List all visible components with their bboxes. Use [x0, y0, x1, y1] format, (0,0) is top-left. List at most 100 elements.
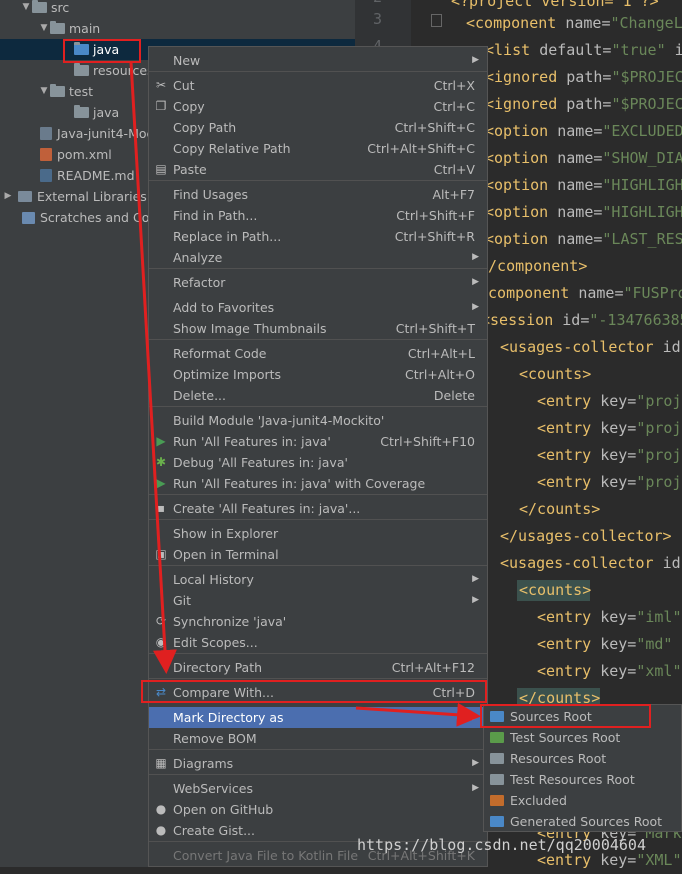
- menu-item-refactor[interactable]: Refactor▶: [149, 272, 487, 293]
- submenu-item-label: Test Resources Root: [510, 772, 635, 787]
- code-attr: key=: [600, 662, 636, 680]
- tree-item-test-java[interactable]: java: [74, 102, 119, 123]
- menu-item-open-on-github[interactable]: ●Open on GitHub: [149, 799, 487, 820]
- tree-item-resources[interactable]: resources: [74, 60, 154, 81]
- folder-icon: [490, 816, 504, 827]
- menu-item-directory-path[interactable]: Directory PathCtrl+Alt+F12: [149, 657, 487, 678]
- menu-item-debug-all-features-in-java[interactable]: ✱Debug 'All Features in: java': [149, 452, 487, 473]
- menu-item-label: Refactor: [173, 275, 225, 290]
- menu-item-find-usages[interactable]: Find UsagesAlt+F7: [149, 184, 487, 205]
- menu-item-show-in-explorer[interactable]: Show in Explorer: [149, 523, 487, 544]
- menu-item-label: Convert Java File to Kotlin File: [173, 848, 358, 863]
- code-tag: </counts>: [519, 500, 600, 518]
- menu-item-find-in-path[interactable]: Find in Path...Ctrl+Shift+F: [149, 205, 487, 226]
- fold-marker-icon[interactable]: [431, 14, 442, 27]
- menu-item-new[interactable]: New▶: [149, 50, 487, 71]
- submenu-item-test-sources-root[interactable]: Test Sources Root: [484, 727, 681, 748]
- tree-item-external-libraries[interactable]: ▶ External Libraries: [2, 186, 147, 207]
- menu-item-git[interactable]: Git ▶: [149, 590, 487, 611]
- menu-item-mark-directory-as[interactable]: Mark Directory as▶: [149, 707, 487, 728]
- submenu-item-excluded[interactable]: Excluded: [484, 790, 681, 811]
- menu-item-label: Replace in Path...: [173, 229, 281, 244]
- code-attr: key=: [600, 446, 636, 464]
- code-attr: name=: [565, 14, 610, 32]
- menu-item-label: Git: [173, 593, 191, 608]
- tree-item-pom[interactable]: pom.xml: [40, 144, 112, 165]
- submenu-item-test-resources-root[interactable]: Test Resources Root: [484, 769, 681, 790]
- code-tag: <option: [485, 203, 557, 221]
- sync-icon: ⟳: [153, 611, 169, 632]
- code-line: </component>: [479, 253, 587, 280]
- menu-item-label: New: [173, 53, 200, 68]
- code-value: "LAST_RES: [602, 230, 682, 248]
- menu-item-build-module-java-junit4-mockito[interactable]: Build Module 'Java-junit4-Mockito': [149, 410, 487, 431]
- tree-item-readme[interactable]: README.md: [40, 165, 135, 186]
- tree-item-test[interactable]: ▼ test: [38, 81, 93, 102]
- code-value: "xml": [636, 662, 681, 680]
- code-line: </counts>: [519, 496, 600, 523]
- menu-item-copy[interactable]: ❐CopyCtrl+C: [149, 96, 487, 117]
- menu-item-reformat-code[interactable]: Reformat CodeCtrl+Alt+L: [149, 343, 487, 364]
- menu-item-copy-relative-path[interactable]: Copy Relative PathCtrl+Alt+Shift+C: [149, 138, 487, 159]
- menu-item-cut[interactable]: ✂CutCtrl+X: [149, 75, 487, 96]
- menu-item-add-to-favorites[interactable]: Add to Favorites▶: [149, 297, 487, 318]
- annotation-box-sources-root: [480, 704, 651, 728]
- menu-separator: [149, 268, 487, 269]
- code-tag: <entry: [537, 635, 600, 653]
- code-tag: <option: [485, 149, 557, 167]
- menu-item-run-all-features-in-java-with-coverage[interactable]: ▶Run 'All Features in: java' with Covera…: [149, 473, 487, 494]
- menu-item-label: Open on GitHub: [173, 802, 273, 817]
- menu-item-create-all-features-in-java[interactable]: ▪Create 'All Features in: java'...: [149, 498, 487, 519]
- expand-arrow-icon[interactable]: ▼: [20, 0, 32, 18]
- menu-separator: [149, 494, 487, 495]
- code-line: <ignored path="$PROJEC: [485, 64, 682, 91]
- expand-arrow-icon[interactable]: ▼: [38, 81, 50, 102]
- submenu-item-generated-sources-root[interactable]: Generated Sources Root: [484, 811, 681, 832]
- code-attr: key=: [600, 419, 636, 437]
- menu-item-shortcut: Ctrl+Alt+L: [408, 343, 475, 364]
- menu-item-analyze[interactable]: Analyze▶: [149, 247, 487, 268]
- menu-item-synchronize-java[interactable]: ⟳Synchronize 'java': [149, 611, 487, 632]
- collapse-arrow-icon[interactable]: ▶: [2, 186, 14, 207]
- tree-item-iml[interactable]: Java-junit4-Moc: [40, 123, 153, 144]
- menu-item-shortcut: Ctrl+V: [434, 159, 475, 180]
- menu-item-show-image-thumbnails[interactable]: Show Image ThumbnailsCtrl+Shift+T: [149, 318, 487, 339]
- code-tag: <usages-collector: [500, 338, 663, 356]
- menu-item-replace-in-path[interactable]: Replace in Path...Ctrl+Shift+R: [149, 226, 487, 247]
- code-line: <option name="HIGHLIGH: [485, 199, 682, 226]
- submenu-item-resources-root[interactable]: Resources Root: [484, 748, 681, 769]
- folder-icon: [490, 732, 504, 743]
- menu-item-paste[interactable]: ▤PasteCtrl+V: [149, 159, 487, 180]
- submenu-arrow-icon: ▶: [472, 707, 479, 728]
- expand-arrow-icon[interactable]: ▼: [38, 18, 50, 39]
- tree-item-src[interactable]: ▼ src: [20, 0, 69, 18]
- menu-item-label: WebServices: [173, 781, 253, 796]
- menu-item-label: Create Gist...: [173, 823, 255, 838]
- code-value: "HIGHLIGH: [602, 176, 682, 194]
- code-attr: id: [663, 338, 681, 356]
- menu-item-local-history[interactable]: Local History▶: [149, 569, 487, 590]
- menu-separator: [149, 653, 487, 654]
- library-icon: [18, 191, 32, 202]
- tree-item-main[interactable]: ▼ main: [38, 18, 100, 39]
- menu-item-copy-path[interactable]: Copy PathCtrl+Shift+C: [149, 117, 487, 138]
- menu-item-diagrams[interactable]: ▦Diagrams▶: [149, 753, 487, 774]
- code-attr: name=: [557, 149, 602, 167]
- code-value: "proj: [636, 419, 681, 437]
- submenu-arrow-icon: ▶: [472, 590, 479, 611]
- code-tag: <entry: [537, 392, 600, 410]
- menu-item-run-all-features-in-java[interactable]: ▶Run 'All Features in: java'Ctrl+Shift+F…: [149, 431, 487, 452]
- code-attr: name=: [557, 176, 602, 194]
- menu-item-edit-scopes[interactable]: ◉Edit Scopes...: [149, 632, 487, 653]
- annotation-box-compare-with: [141, 680, 487, 703]
- menu-item-optimize-imports[interactable]: Optimize ImportsCtrl+Alt+O: [149, 364, 487, 385]
- menu-item-remove-bom[interactable]: Remove BOM: [149, 728, 487, 749]
- menu-item-open-in-terminal[interactable]: ▣Open in Terminal: [149, 544, 487, 565]
- code-line: </usages-collector>: [500, 523, 672, 550]
- coverage-icon: ▶: [153, 473, 169, 494]
- menu-item-delete[interactable]: Delete...Delete: [149, 385, 487, 406]
- scratches-icon: [22, 212, 35, 224]
- menu-item-webservices[interactable]: WebServices▶: [149, 778, 487, 799]
- code-line: <usages-collector id: [500, 334, 681, 361]
- tree-item-scratches[interactable]: Scratches and Con: [22, 207, 157, 228]
